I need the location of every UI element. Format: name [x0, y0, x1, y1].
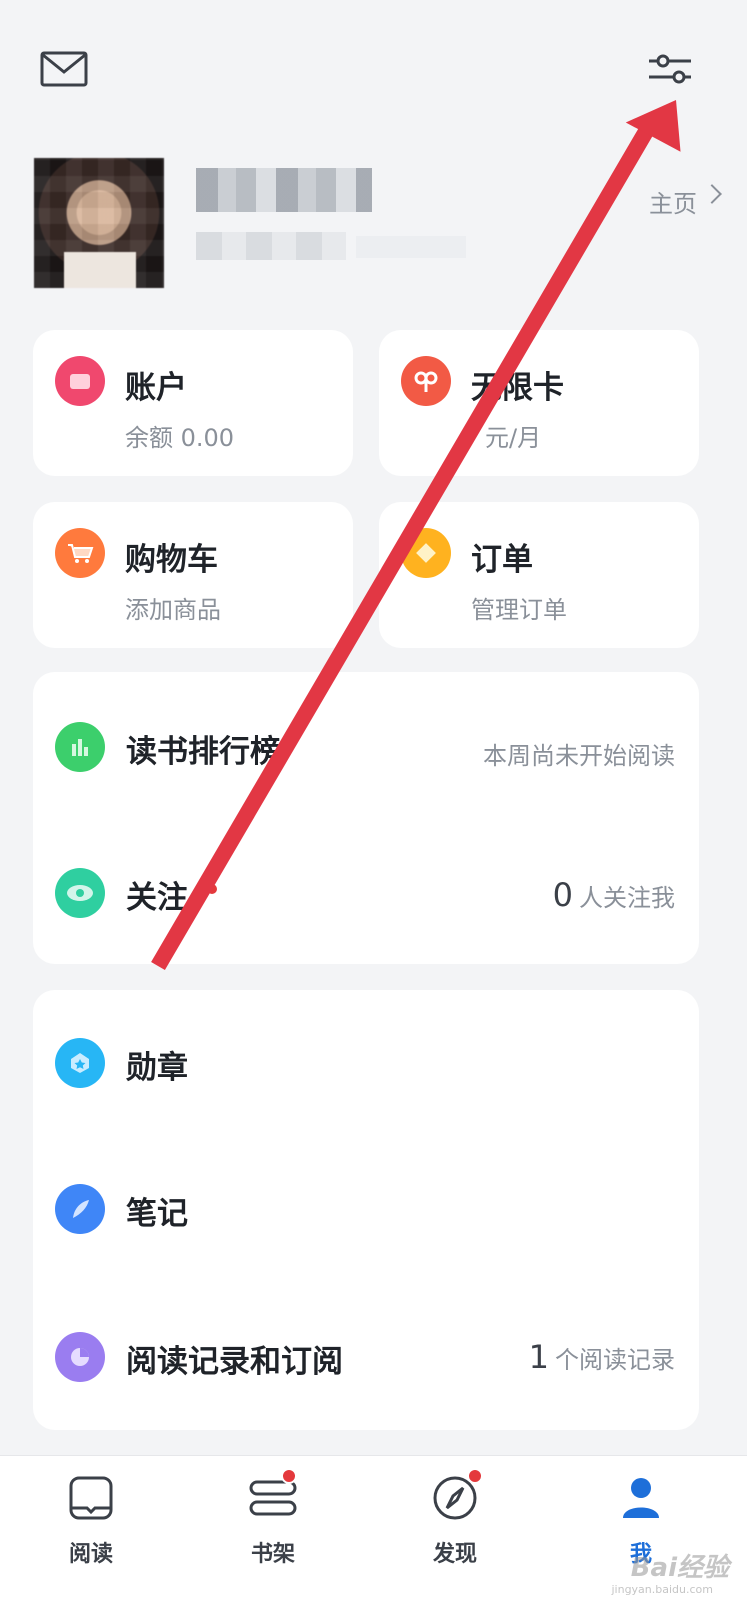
- nav-discover-label: 发现: [432, 1542, 477, 1567]
- history-title: 阅读记录和订阅: [126, 1344, 343, 1380]
- nav-read[interactable]: 阅读: [31, 1474, 151, 1568]
- nav-bookshelf-label: 书架: [250, 1542, 295, 1567]
- nav-bookshelf[interactable]: 书架: [213, 1468, 333, 1568]
- badge-medal-icon: [55, 1038, 105, 1088]
- history-label: 个阅读记录: [555, 1346, 675, 1374]
- annotation-arrow: [151, 100, 681, 971]
- watermark-logo: Bai经验: [630, 1553, 729, 1583]
- person-icon: [623, 1478, 659, 1518]
- badges-title: 勋章: [126, 1050, 188, 1086]
- history-count-wrap: 1 个阅读记录: [529, 1338, 675, 1376]
- badges-row[interactable]: 勋章: [33, 1014, 699, 1114]
- nav-discover[interactable]: 发现: [395, 1468, 515, 1568]
- watermark-url: jingyan.baidu.com: [611, 1583, 713, 1596]
- discover-notification-dot: [467, 1468, 483, 1484]
- nav-read-label: 阅读: [68, 1542, 113, 1567]
- notes-title: 笔记: [126, 1196, 188, 1232]
- history-count: 1: [528, 1338, 549, 1376]
- notes-row[interactable]: 笔记: [33, 1160, 699, 1260]
- history-row[interactable]: 阅读记录和订阅 1 个阅读记录: [33, 1306, 699, 1406]
- bookshelf-notification-dot: [281, 1468, 297, 1484]
- feather-pen-icon: [55, 1184, 105, 1234]
- book-open-icon: [69, 1476, 113, 1520]
- history-pie-icon: [55, 1332, 105, 1382]
